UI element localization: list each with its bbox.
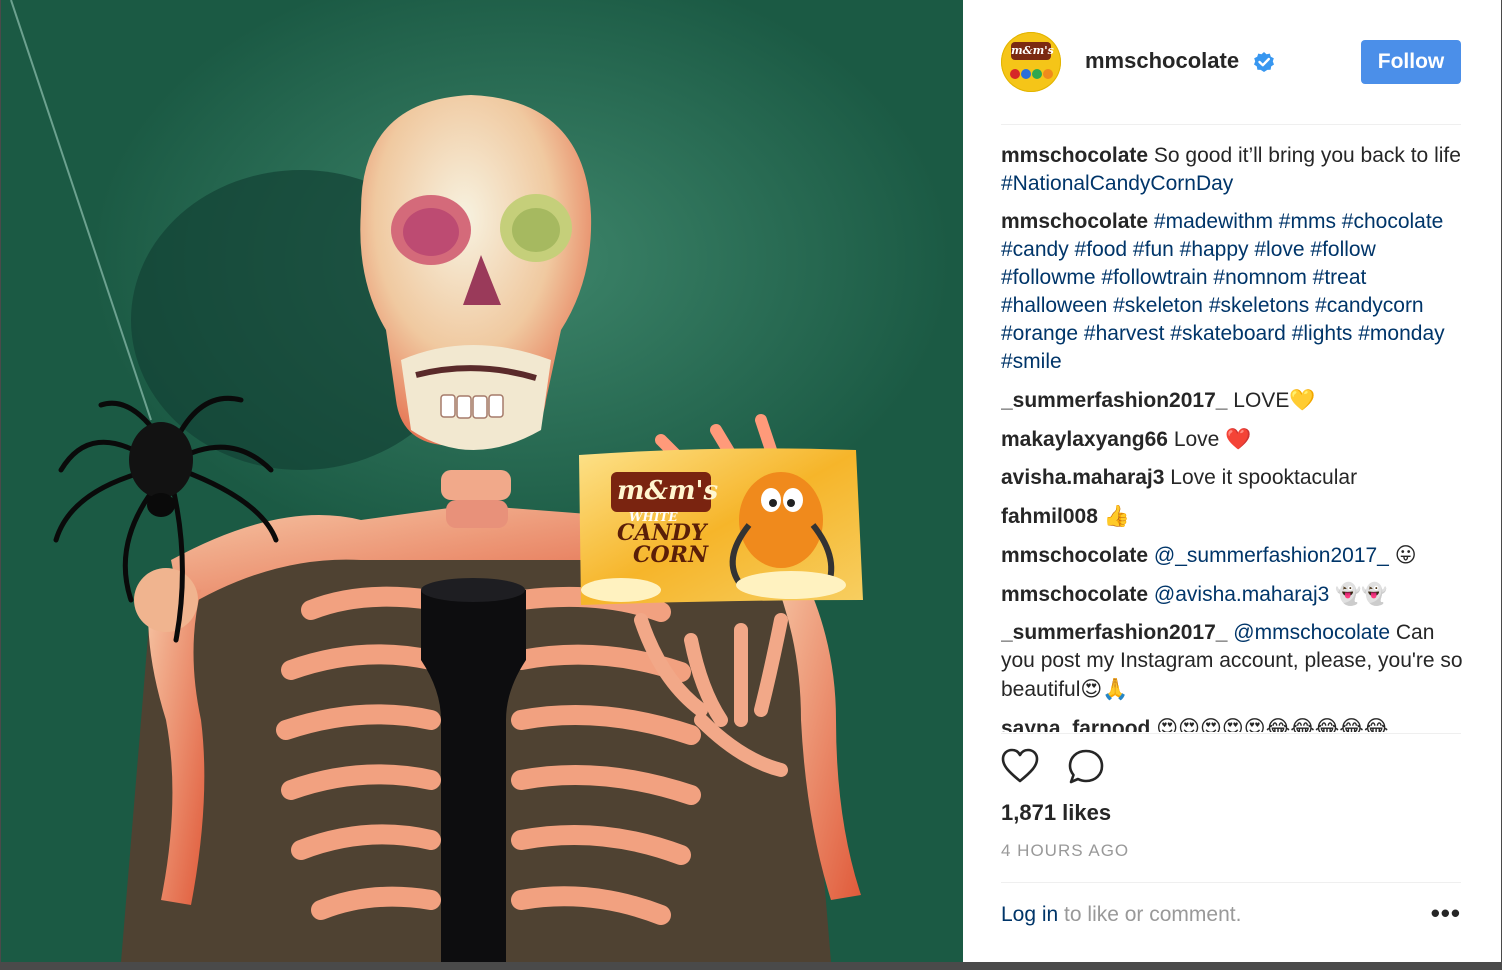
caption-text: So good it’ll bring you back to life	[1153, 144, 1461, 167]
avatar[interactable]: m&m's	[1001, 32, 1061, 92]
login-link[interactable]: Log in	[1001, 903, 1058, 926]
comment-hashtags[interactable]: #madewithm #mms #chocolate #candy #food …	[1001, 210, 1445, 373]
post-sidebar: m&m's mmschocolate Follow mmschocolate S…	[963, 0, 1501, 962]
comment-text: Love	[1173, 428, 1220, 451]
emoji-row-icon: 😍😍😍😍😍😂😂😂😂😂	[1156, 716, 1389, 732]
yellow-heart-icon: 💛	[1289, 388, 1316, 412]
comment-username[interactable]: mmschocolate	[1001, 144, 1148, 167]
comment-username[interactable]: _summerfashion2017_	[1001, 389, 1227, 412]
comment-username[interactable]: sayna_farnood	[1001, 717, 1150, 732]
login-prompt: Log in to like or comment.	[1001, 903, 1461, 927]
list-item: makaylaxyang66 Love ❤️	[1001, 425, 1463, 454]
comment-mention[interactable]: @avisha.maharaj3	[1154, 583, 1329, 606]
list-item: avisha.maharaj3 Love it spooktacular	[1001, 464, 1463, 492]
post-header: m&m's mmschocolate Follow	[1001, 30, 1461, 94]
comment-text: LOVE	[1233, 389, 1290, 412]
tongue-face-icon: 😛	[1394, 543, 1417, 567]
caption-hashtag[interactable]: #NationalCandyCornDay	[1001, 172, 1233, 195]
list-item: mmschocolate @_summerfashion2017_ 😛	[1001, 541, 1463, 570]
list-item: _summerfashion2017_ LOVE💛	[1001, 386, 1463, 415]
skeleton-illustration	[1, 0, 963, 962]
verified-badge-icon	[1254, 52, 1274, 72]
post-timestamp: 4 HOURS AGO	[1001, 841, 1130, 860]
comments-divider	[1001, 733, 1461, 734]
list-item: mmschocolate #madewithm #mms #chocolate …	[1001, 208, 1463, 376]
comment-mention[interactable]: @mmschocolate	[1233, 621, 1390, 644]
red-heart-icon: ❤️	[1225, 427, 1252, 451]
comment-mention[interactable]: @_summerfashion2017_	[1154, 544, 1389, 567]
heart-icon[interactable]	[1001, 748, 1039, 786]
post-photo[interactable]: m&m's WHITE CANDY CORN	[1, 0, 963, 962]
avatar-logo: m&m's	[1011, 42, 1054, 60]
comment-username[interactable]: mmschocolate	[1001, 210, 1148, 233]
list-item: mmschocolate @avisha.maharaj3 👻👻	[1001, 580, 1463, 609]
header-divider	[1001, 124, 1461, 125]
likes-count[interactable]: 1,871 likes	[1001, 800, 1111, 826]
comment-username[interactable]: avisha.maharaj3	[1001, 466, 1164, 489]
list-item: _summerfashion2017_ @mmschocolate Can yo…	[1001, 619, 1463, 704]
comment-username[interactable]: makaylaxyang66	[1001, 428, 1168, 451]
thumbs-up-icon: 👍	[1103, 504, 1130, 528]
comment-username[interactable]: _summerfashion2017_	[1001, 621, 1227, 644]
list-item: sayna_farnood 😍😍😍😍😍😂😂😂😂😂	[1001, 714, 1463, 732]
ghost-icon: 👻👻	[1335, 582, 1388, 606]
login-prompt-text: to like or comment.	[1058, 903, 1242, 926]
action-bar	[1001, 748, 1121, 788]
heart-eyes-icon: 😍🙏	[1080, 677, 1129, 701]
more-options-icon[interactable]: •••	[1431, 900, 1461, 926]
follow-button[interactable]: Follow	[1361, 40, 1461, 84]
header-username[interactable]: mmschocolate	[1085, 48, 1239, 74]
post-page: m&m's WHITE CANDY CORN m&m's mmschocolat…	[0, 0, 1502, 970]
comment-username[interactable]: fahmil008	[1001, 505, 1098, 528]
comments-list[interactable]: mmschocolate So good it’ll bring you bac…	[1001, 142, 1463, 732]
caption: mmschocolate So good it’ll bring you bac…	[1001, 142, 1463, 198]
comment-username[interactable]: mmschocolate	[1001, 583, 1148, 606]
avatar-characters-icon	[1010, 69, 1053, 79]
footer-divider	[1001, 882, 1461, 883]
comment-username[interactable]: mmschocolate	[1001, 544, 1148, 567]
list-item: fahmil008 👍	[1001, 502, 1463, 531]
comment-bubble-icon[interactable]	[1067, 748, 1105, 786]
comment-text: Love it spooktacular	[1170, 466, 1358, 489]
